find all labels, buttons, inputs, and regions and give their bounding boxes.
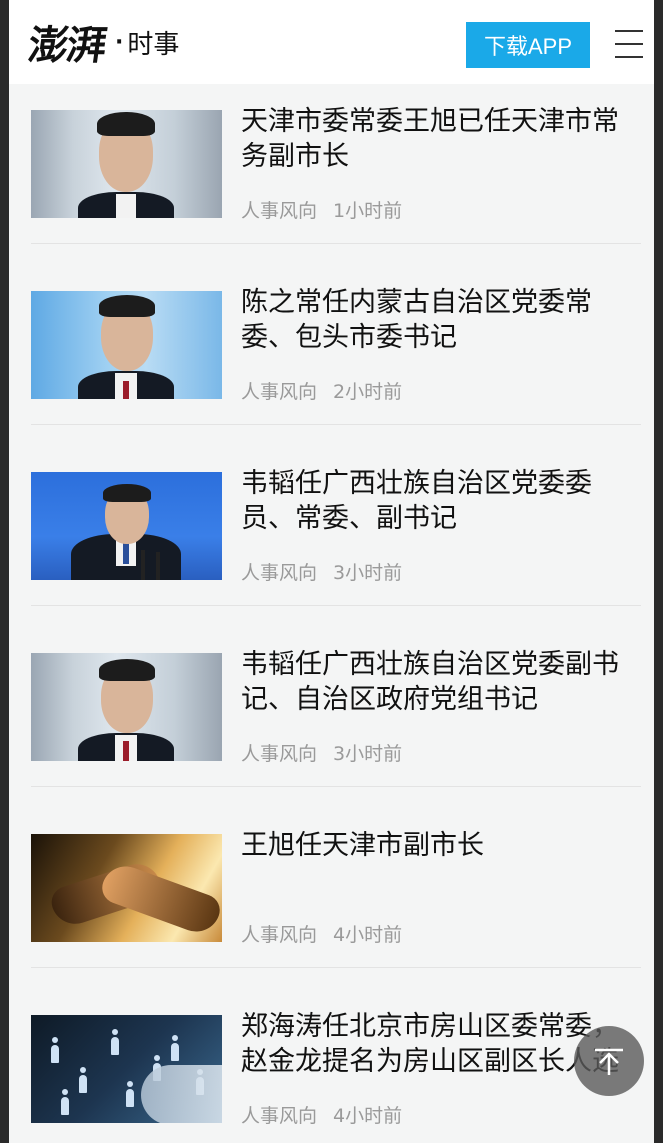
article-title[interactable]: 陈之常任内蒙古自治区党委常委、包头市委书记 xyxy=(241,285,641,355)
article-title[interactable]: 天津市委常委王旭已任天津市常务副市长 xyxy=(241,104,641,174)
list-item[interactable]: 天津市委常委王旭已任天津市常务副市长 人事风向 1小时前 xyxy=(31,84,641,244)
article-category[interactable]: 人事风向 xyxy=(241,1105,317,1127)
article-thumbnail xyxy=(31,834,222,942)
article-thumbnail xyxy=(31,1015,222,1123)
logo-dot: · xyxy=(115,29,124,55)
article-category[interactable]: 人事风向 xyxy=(241,381,317,403)
section-title: 时事 xyxy=(127,29,180,60)
article-title[interactable]: 王旭任天津市副市长 xyxy=(241,828,641,863)
list-item[interactable]: 陈之常任内蒙古自治区党委常委、包头市委书记 人事风向 2小时前 xyxy=(31,265,641,425)
article-meta: 人事风向 1小时前 xyxy=(241,196,402,223)
list-item[interactable]: 王旭任天津市副市长 人事风向 4小时前 xyxy=(31,808,641,968)
article-meta: 人事风向 3小时前 xyxy=(241,739,402,766)
article-thumbnail xyxy=(31,110,222,218)
article-time: 1小时前 xyxy=(333,200,403,222)
article-category[interactable]: 人事风向 xyxy=(241,200,317,222)
article-thumbnail xyxy=(31,472,222,580)
article-meta: 人事风向 4小时前 xyxy=(241,920,402,947)
article-meta: 人事风向 3小时前 xyxy=(241,558,402,585)
article-thumbnail xyxy=(31,653,222,761)
article-time: 4小时前 xyxy=(333,1105,403,1127)
article-time: 2小时前 xyxy=(333,381,403,403)
mobile-page: 澎湃 · 时事 下载APP 天津市委常委王旭已任天津市常务副市长 人事风向 1小时… xyxy=(9,0,654,1143)
article-thumbnail xyxy=(31,291,222,399)
arrow-up-icon xyxy=(595,1048,623,1075)
article-meta: 人事风向 2小时前 xyxy=(241,377,402,404)
download-app-button[interactable]: 下载APP xyxy=(466,22,590,68)
list-item[interactable]: 郑海涛任北京市房山区委常委，赵金龙提名为房山区副区长人选 人事风向 4小时前 xyxy=(31,989,641,1143)
article-time: 3小时前 xyxy=(333,743,403,765)
article-title[interactable]: 韦韬任广西壮族自治区党委副书记、自治区政府党组书记 xyxy=(241,647,641,717)
article-time: 3小时前 xyxy=(333,562,403,584)
site-logo[interactable]: 澎湃 · 时事 xyxy=(25,14,180,70)
article-category[interactable]: 人事风向 xyxy=(241,562,317,584)
logo-mark: 澎湃 xyxy=(25,22,108,69)
article-meta: 人事风向 4小时前 xyxy=(241,1101,402,1128)
top-navigation-bar: 澎湃 · 时事 下载APP xyxy=(9,0,654,84)
article-time: 4小时前 xyxy=(333,924,403,946)
article-category[interactable]: 人事风向 xyxy=(241,924,317,946)
hamburger-menu-icon[interactable] xyxy=(615,30,643,58)
article-category[interactable]: 人事风向 xyxy=(241,743,317,765)
list-item[interactable]: 韦韬任广西壮族自治区党委委员、常委、副书记 人事风向 3小时前 xyxy=(31,446,641,606)
article-title[interactable]: 韦韬任广西壮族自治区党委委员、常委、副书记 xyxy=(241,466,641,536)
back-to-top-button[interactable] xyxy=(574,1026,644,1096)
list-item[interactable]: 韦韬任广西壮族自治区党委副书记、自治区政府党组书记 人事风向 3小时前 xyxy=(31,627,641,787)
